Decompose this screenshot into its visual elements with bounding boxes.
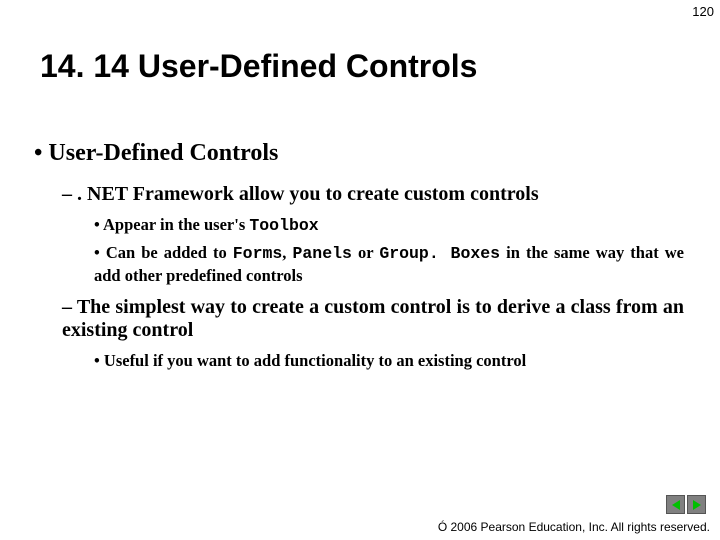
bullet-text: or — [352, 243, 379, 262]
bullet-mark: • — [34, 140, 42, 166]
copyright-symbol: Ó — [438, 520, 447, 534]
next-button[interactable] — [687, 495, 706, 514]
bullet-text: Can be added to — [106, 243, 233, 262]
bullet-level-2: – . NET Framework allow you to create cu… — [62, 183, 684, 206]
bullet-level-2: – The simplest way to create a custom co… — [62, 296, 684, 342]
prev-button[interactable] — [666, 495, 685, 514]
page-number: 120 — [692, 4, 714, 19]
bullet-text: Useful if you want to add functionality … — [104, 351, 526, 370]
bullet-text: User-Defined Controls — [48, 140, 278, 166]
footer-copyright: Ó 2006 Pearson Education, Inc. All right… — [438, 520, 710, 534]
bullet-text: The simplest way to create a custom cont… — [62, 296, 684, 341]
nav-controls — [666, 495, 706, 514]
triangle-left-icon — [672, 500, 680, 510]
dash-mark: – — [62, 183, 72, 205]
footer-text: 2006 Pearson Education, Inc. All rights … — [447, 520, 710, 534]
bullet-mark: • — [94, 243, 100, 262]
slide-title: 14. 14 User-Defined Controls — [40, 48, 477, 85]
bullet-text: Appear in the user's — [103, 215, 249, 234]
bullet-text: , — [282, 243, 292, 262]
code-text: Panels — [292, 244, 351, 263]
code-text: Toolbox — [249, 216, 318, 235]
dash-mark: – — [62, 296, 72, 318]
bullet-text: . NET Framework allow you to create cust… — [77, 183, 539, 205]
bullet-level-3: • Appear in the user's Toolbox — [94, 214, 684, 236]
bullet-mark: • — [94, 215, 100, 234]
code-text: Group. Boxes — [379, 244, 500, 263]
bullet-level-3: • Useful if you want to add functionalit… — [94, 350, 684, 371]
bullet-level-1: • User-Defined Controls — [34, 140, 684, 167]
triangle-right-icon — [693, 500, 701, 510]
bullet-mark: • — [94, 351, 100, 370]
code-text: Forms — [233, 244, 283, 263]
content-area: • User-Defined Controls – . NET Framewor… — [34, 140, 684, 378]
bullet-level-3: • Can be added to Forms, Panels or Group… — [94, 242, 684, 286]
